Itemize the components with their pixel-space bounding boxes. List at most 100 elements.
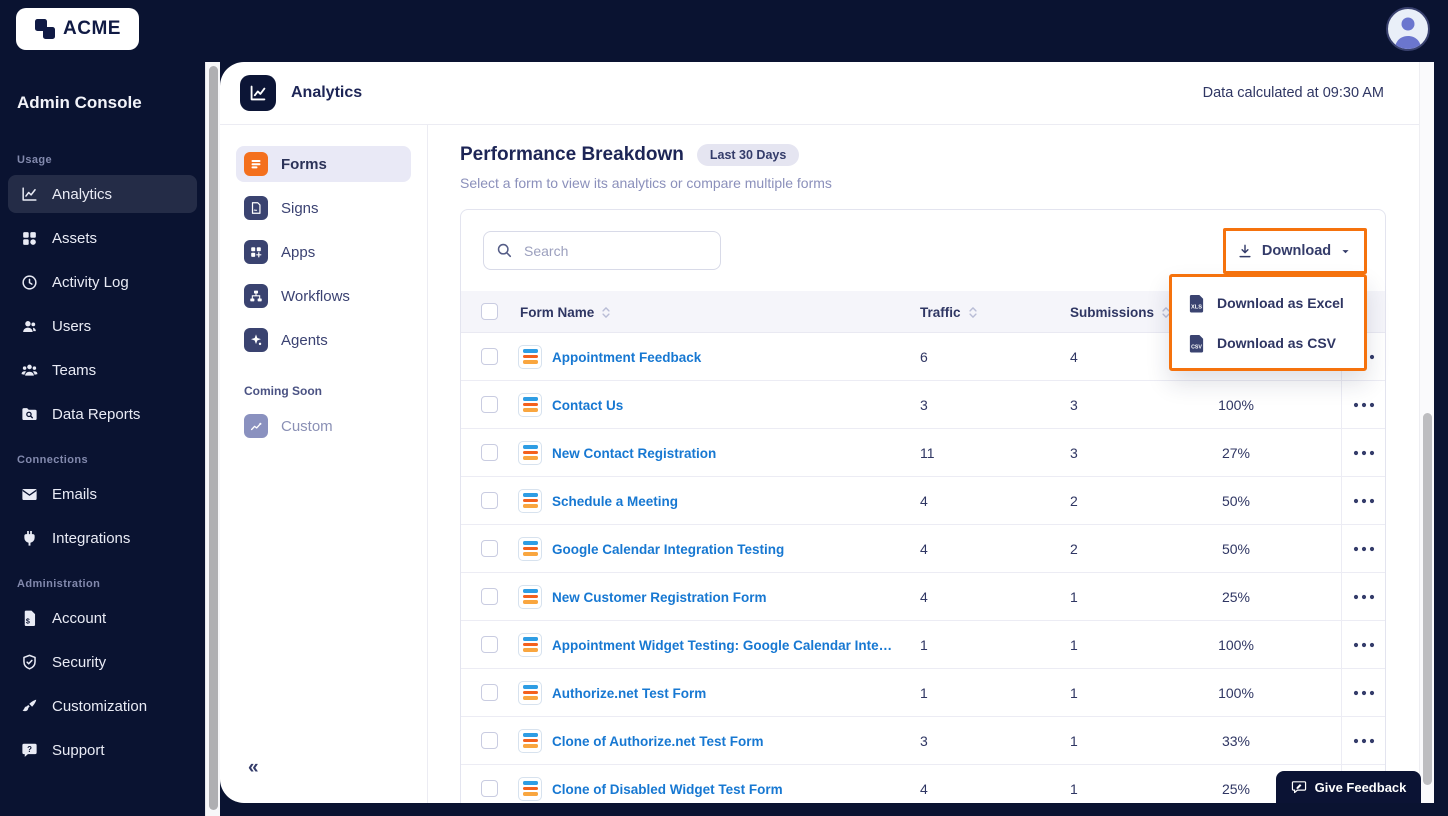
traffic-value: 11	[920, 445, 935, 461]
product-nav-workflows[interactable]: Workflows	[236, 278, 411, 314]
window-scrollbar-thumb[interactable]	[209, 66, 218, 810]
sidebar-item-activity-log[interactable]: Activity Log	[8, 263, 197, 301]
sidebar-item-teams[interactable]: Teams	[8, 351, 197, 389]
row-checkbox[interactable]	[481, 540, 498, 557]
search-input[interactable]	[483, 231, 721, 270]
row-checkbox[interactable]	[481, 732, 498, 749]
column-header-form-name[interactable]: Form Name	[520, 291, 611, 333]
user-avatar[interactable]	[1386, 7, 1430, 51]
row-actions-button[interactable]	[1341, 381, 1386, 429]
date-range-badge: Last 30 Days	[696, 144, 800, 166]
row-checkbox[interactable]	[481, 492, 498, 509]
sidebar-item-data-reports[interactable]: Data Reports	[8, 395, 197, 433]
form-icon	[518, 344, 542, 369]
row-actions-button[interactable]	[1341, 621, 1386, 669]
feedback-icon	[1291, 781, 1306, 794]
sidebar-item-emails[interactable]: Emails	[8, 475, 197, 513]
main-panel: Analytics Data calculated at 09:30 AM Fo…	[220, 62, 1434, 803]
product-nav-agents[interactable]: Agents	[236, 322, 411, 358]
product-nav-forms[interactable]: Forms	[236, 146, 411, 182]
product-nav-apps[interactable]: Apps	[236, 234, 411, 270]
form-name-link[interactable]: New Contact Registration	[552, 429, 716, 477]
row-checkbox[interactable]	[481, 444, 498, 461]
form-name-link[interactable]: Authorize.net Test Form	[552, 669, 706, 717]
row-actions-button[interactable]	[1341, 573, 1386, 621]
conversion-value: 50%	[1221, 493, 1251, 509]
form-name-link[interactable]: Clone of Authorize.net Test Form	[552, 717, 764, 765]
sidebar-item-integrations[interactable]: Integrations	[8, 519, 197, 557]
form-name-link[interactable]: Appointment Widget Testing: Google Calen…	[552, 621, 892, 669]
billing-doc-icon: $	[24, 610, 36, 626]
column-header-traffic[interactable]: Traffic	[920, 291, 978, 333]
window-scrollbar[interactable]	[205, 62, 220, 816]
sidebar-item-label: Support	[52, 741, 105, 759]
row-checkbox[interactable]	[481, 684, 498, 701]
sidebar-title: Admin Console	[17, 93, 142, 112]
menu-item-label: Download as CSV	[1217, 335, 1337, 351]
sidebar-item-support[interactable]: ? Support	[8, 731, 197, 769]
table-row: Google Calendar Integration Testing 4 2 …	[461, 525, 1385, 573]
sidebar-item-customization[interactable]: Customization	[8, 687, 197, 725]
form-icon	[518, 584, 542, 609]
row-checkbox[interactable]	[481, 348, 498, 365]
form-name-link[interactable]: Appointment Feedback	[552, 333, 701, 381]
sidebar-item-label: Integrations	[52, 529, 131, 547]
section-label-usage: Usage	[17, 154, 53, 166]
table-row: New Customer Registration Form 4 1 25%	[461, 573, 1385, 621]
conversion-value: 25%	[1221, 589, 1251, 605]
collapse-sidebar-button[interactable]: «	[248, 758, 259, 777]
download-button[interactable]: Download	[1231, 236, 1357, 266]
coming-soon-label: Coming Soon	[244, 384, 322, 398]
sidebar-item-analytics[interactable]: Analytics	[8, 175, 197, 213]
row-actions-button[interactable]	[1341, 525, 1386, 573]
product-nav-custom[interactable]: Custom	[236, 408, 411, 444]
conversion-value: 33%	[1221, 733, 1251, 749]
form-name-link[interactable]: Contact Us	[552, 381, 623, 429]
row-checkbox[interactable]	[481, 780, 498, 797]
panel-scrollbar[interactable]	[1419, 62, 1434, 803]
panel-scrollbar-thumb[interactable]	[1423, 413, 1432, 785]
row-actions-button[interactable]	[1341, 717, 1386, 765]
sidebar-item-account[interactable]: $ Account	[8, 599, 197, 637]
sparkle-icon	[244, 328, 268, 352]
form-name-link[interactable]: Google Calendar Integration Testing	[552, 525, 784, 573]
row-actions-button[interactable]	[1341, 477, 1386, 525]
product-nav-signs[interactable]: Signs	[236, 190, 411, 226]
menu-item-label: Download as Excel	[1217, 295, 1344, 311]
row-checkbox[interactable]	[481, 588, 498, 605]
row-actions-button[interactable]	[1341, 669, 1386, 717]
submissions-value: 3	[1070, 445, 1078, 461]
acme-logo[interactable]: ACME	[16, 8, 139, 50]
sidebar-item-label: Users	[52, 317, 92, 335]
give-feedback-button[interactable]: Give Feedback	[1276, 771, 1421, 803]
sidebar-item-security[interactable]: Security	[8, 643, 197, 681]
row-checkbox[interactable]	[481, 636, 498, 653]
menu-item-download-csv[interactable]: CSV Download as CSV	[1172, 323, 1364, 363]
column-header-submissions[interactable]: Submissions	[1070, 291, 1171, 333]
product-nav-label: Apps	[281, 243, 316, 261]
sidebar-item-assets[interactable]: Assets	[8, 219, 197, 257]
acme-logo-icon	[35, 19, 56, 39]
select-all-checkbox[interactable]	[481, 303, 498, 320]
form-icon	[518, 680, 542, 705]
table-row: Clone of Disabled Widget Test Form 4 1 2…	[461, 765, 1385, 803]
submissions-value: 1	[1070, 637, 1078, 653]
form-name-link[interactable]: Clone of Disabled Widget Test Form	[552, 765, 783, 803]
chevron-down-icon	[1342, 249, 1349, 253]
form-icon	[518, 536, 542, 561]
ellipsis-icon	[1353, 546, 1375, 552]
ellipsis-icon	[1353, 594, 1375, 600]
row-checkbox[interactable]	[481, 396, 498, 413]
app-title: Analytics	[291, 84, 363, 101]
menu-item-download-excel[interactable]: XLS Download as Excel	[1172, 283, 1364, 323]
form-name-link[interactable]: Schedule a Meeting	[552, 477, 678, 525]
ellipsis-icon	[1353, 738, 1375, 744]
avatar-person-icon	[1395, 17, 1421, 49]
form-name-link[interactable]: New Customer Registration Form	[552, 573, 767, 621]
traffic-value: 6	[920, 349, 928, 365]
sidebar-item-label: Emails	[52, 485, 98, 503]
acme-logo-text: ACME	[63, 18, 121, 39]
sidebar-item-label: Customization	[52, 697, 148, 715]
sidebar-item-users[interactable]: Users	[8, 307, 197, 345]
row-actions-button[interactable]	[1341, 429, 1386, 477]
